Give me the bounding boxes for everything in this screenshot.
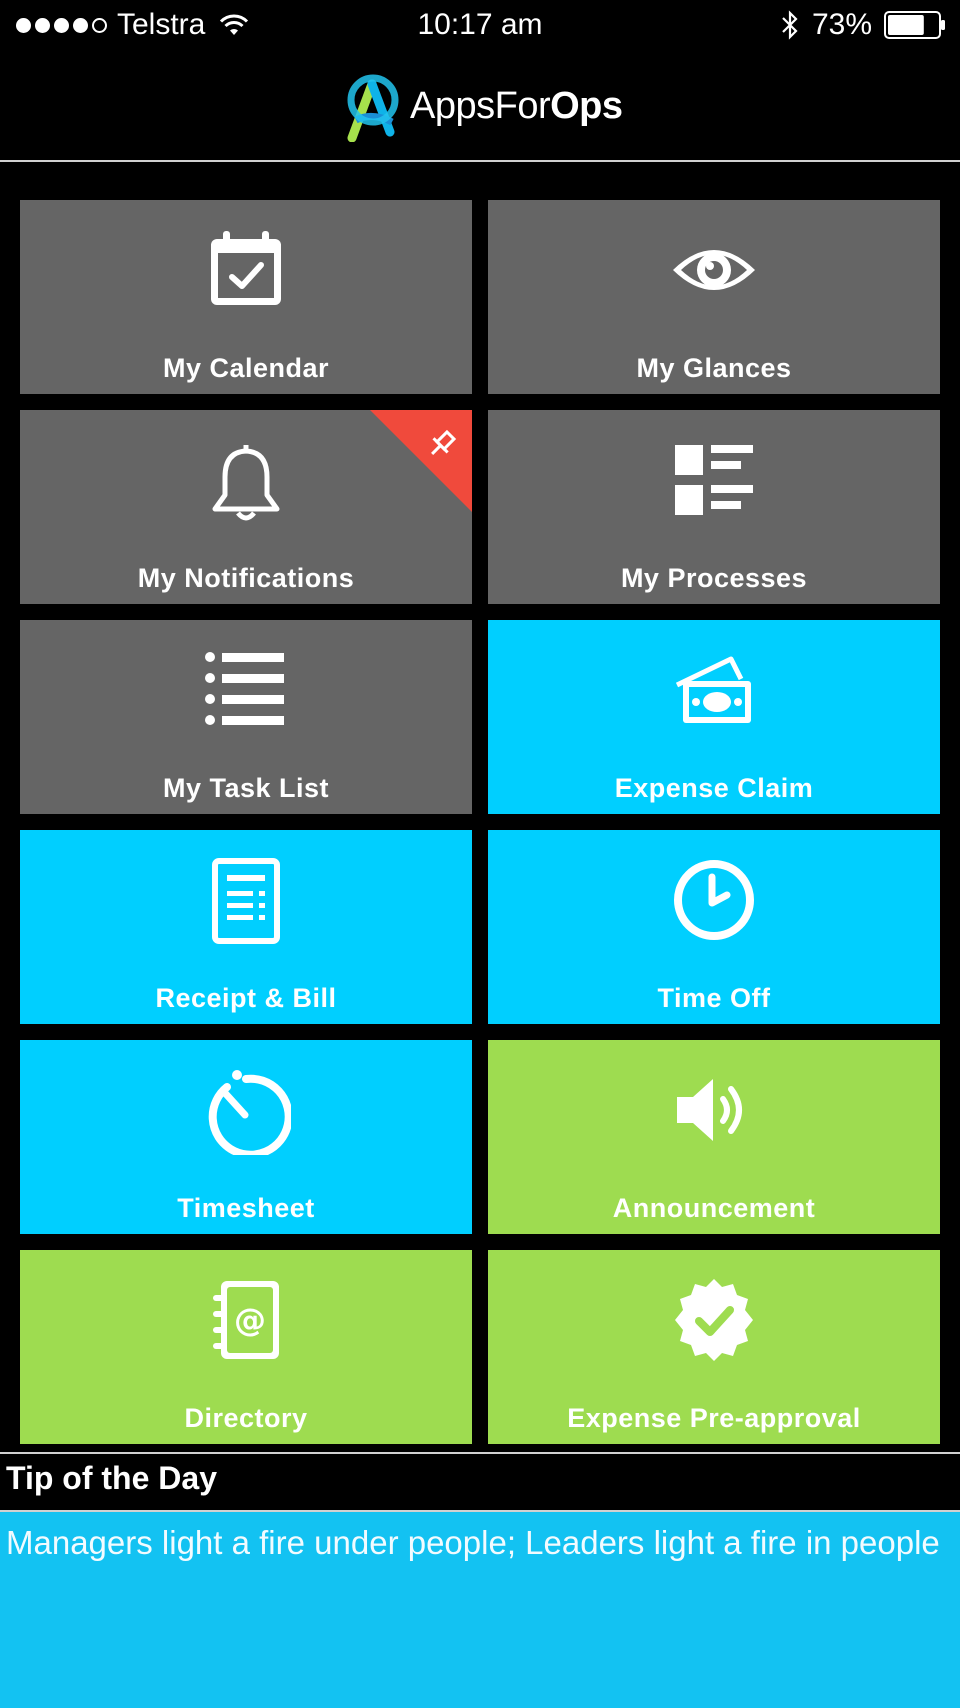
tile-label: My Processes [620,563,808,593]
tip-of-the-day-text: Managers light a fire under people; Lead… [0,1510,960,1708]
tile-label: Time Off [657,983,771,1013]
directory-tile[interactable]: @ Directory [20,1250,472,1444]
bell-icon [212,445,280,521]
stopwatch-icon [208,1070,291,1155]
receipt-and-bill-tile[interactable]: Receipt & Bill [20,830,472,1024]
my-notifications-tile[interactable]: My Notifications [20,410,472,604]
receipt-icon [212,858,280,944]
eye-icon [673,250,755,290]
speaker-icon [677,1079,742,1141]
app-logo: AppsForOps [342,70,623,142]
tile-label: My Notifications [137,563,355,593]
app-tile-grid: My Calendar My Glances My Notifications [20,200,940,1444]
tip-divider [0,1452,960,1454]
app-brand-name: AppsForOps [410,84,623,127]
tile-label: Receipt & Bill [155,983,337,1013]
announcement-tile[interactable]: Announcement [488,1040,940,1234]
clock-icon [674,860,754,940]
my-task-list-tile[interactable]: My Task List [20,620,472,814]
calendar-check-icon [211,231,281,305]
my-glances-tile[interactable]: My Glances [488,200,940,394]
appsforops-logo-icon [347,74,399,142]
process-list-icon [675,445,753,515]
battery-percent: 73% [811,8,872,41]
tile-label: Directory [184,1403,308,1433]
tile-label: My Calendar [162,353,330,383]
tile-label: My Glances [636,353,792,383]
my-calendar-tile[interactable]: My Calendar [20,200,472,394]
time-off-tile[interactable]: Time Off [488,830,940,1024]
tile-label: Timesheet [177,1193,315,1223]
tile-label: My Task List [162,773,330,803]
tip-of-the-day-title: Tip of the Day [6,1460,217,1496]
timesheet-tile[interactable]: Timesheet [20,1040,472,1234]
app-header: AppsForOps [0,52,960,162]
battery-icon [884,11,945,39]
my-processes-tile[interactable]: My Processes [488,410,940,604]
svg-text:@: @ [234,1301,266,1339]
bluetooth-icon [782,10,798,40]
verified-badge-icon [675,1279,753,1361]
money-icon [675,656,751,723]
expense-pre-approval-tile[interactable]: Expense Pre-approval [488,1250,940,1444]
tile-label: Expense Claim [614,773,814,803]
tile-label: Expense Pre-approval [567,1403,861,1433]
status-bar: Telstra 10:17 am 73% [0,0,960,52]
address-book-icon: @ [213,1281,279,1359]
notification-corner-badge [370,410,472,512]
bulleted-list-icon [205,652,284,725]
tile-label: Announcement [612,1193,816,1223]
expense-claim-tile[interactable]: Expense Claim [488,620,940,814]
